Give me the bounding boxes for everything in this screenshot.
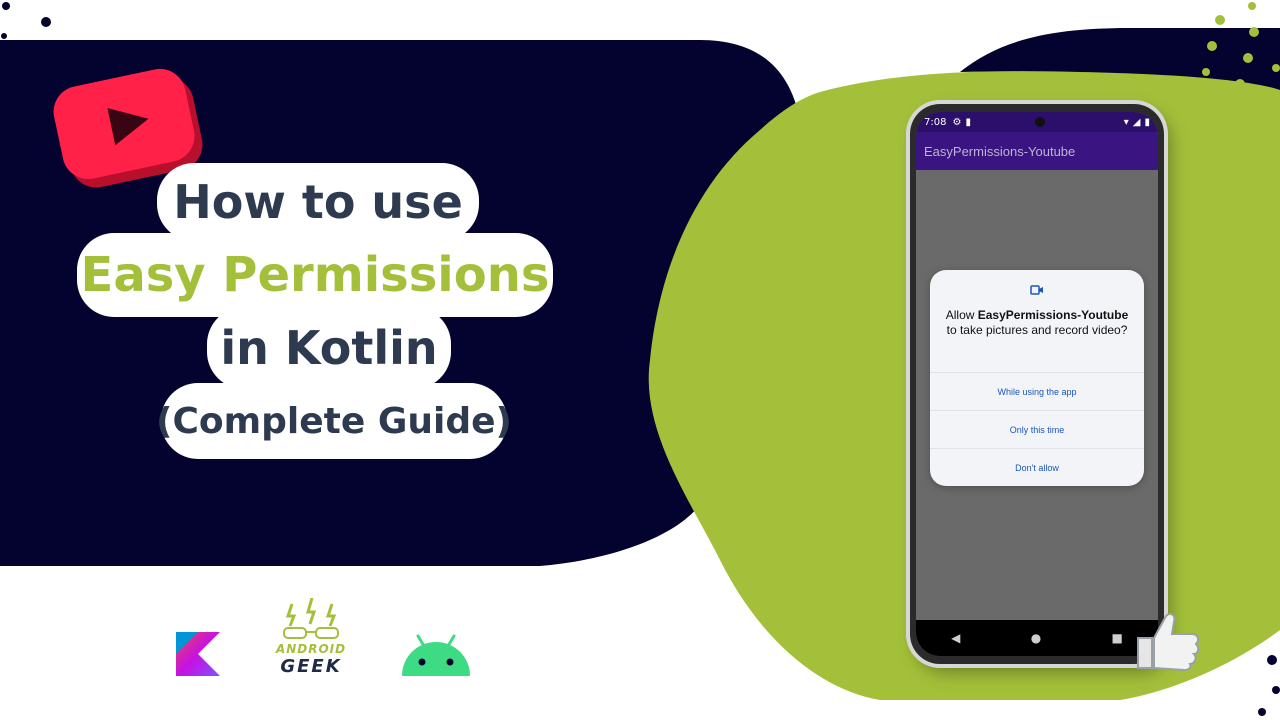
android-geek-logo: ANDROID GEEK [262, 598, 360, 678]
kotlin-logo-icon [176, 632, 220, 676]
message-app-name: EasyPermissions-Youtube [977, 308, 1129, 322]
settings-icon: ⚙ [952, 116, 962, 128]
battery-icon: ▮ [1144, 116, 1150, 128]
status-time: 7:08 [924, 116, 947, 128]
message-prefix: Allow [945, 308, 978, 322]
android-geek-word-2: GEEK [280, 656, 342, 677]
recents-button[interactable]: ■ [1112, 631, 1123, 645]
title-line-2: Easy Permissions [80, 236, 550, 314]
while-using-app-button[interactable]: While using the app [930, 372, 1144, 411]
sim-icon: ▮ [965, 116, 971, 128]
lightning-icon [283, 598, 339, 639]
permission-message: Allow EasyPermissions-Youtube to take pi… [940, 308, 1134, 338]
app-bar-title: EasyPermissions-Youtube [916, 132, 1158, 170]
android-logo-icon [402, 634, 470, 676]
phone-screen: 7:08 ⚙ ▮ ▾ ◢ ▮ EasyPermissions-Youtube A… [916, 112, 1158, 656]
wifi-icon: ▾ [1123, 116, 1129, 128]
message-suffix: to take pictures and record video? [946, 323, 1128, 337]
back-button[interactable]: ◀ [951, 631, 960, 645]
navigation-bar: ◀ ● ■ [916, 620, 1158, 656]
permission-dialog: Allow EasyPermissions-Youtube to take pi… [930, 270, 1144, 486]
thumbs-up-icon [1137, 613, 1200, 672]
title-line-1: How to use [160, 166, 476, 238]
signal-icon: ◢ [1132, 116, 1141, 128]
android-geek-word-1: ANDROID [275, 642, 347, 656]
title-block: How to use Easy Permissions in Kotlin (C… [80, 160, 570, 470]
title-line-3: in Kotlin [210, 310, 448, 386]
dont-allow-button[interactable]: Don't allow [930, 448, 1144, 487]
video-camera-icon [1030, 285, 1043, 295]
home-button[interactable]: ● [1031, 631, 1041, 645]
only-this-time-button[interactable]: Only this time [930, 410, 1144, 449]
front-camera [1035, 117, 1045, 127]
title-line-4: (Complete Guide) [156, 386, 512, 456]
phone-mockup: 7:08 ⚙ ▮ ▾ ◢ ▮ EasyPermissions-Youtube A… [910, 104, 1164, 664]
